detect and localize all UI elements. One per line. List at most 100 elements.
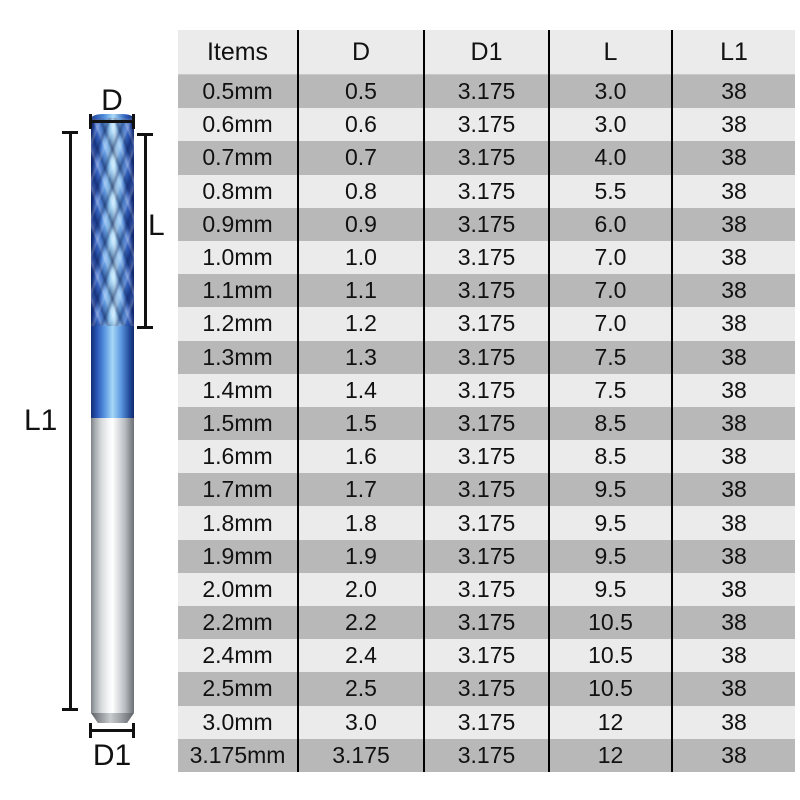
table-row: 1.5mm 1.5 3.175 8.5 38 bbox=[178, 406, 795, 441]
cell-d: 0.8 bbox=[298, 174, 425, 208]
cell-l: 3.0 bbox=[549, 74, 673, 109]
end-mill-illustration bbox=[91, 114, 134, 723]
table-row: 2.4mm 2.4 3.175 10.5 38 bbox=[178, 639, 795, 673]
cell-l1: 38 bbox=[672, 572, 795, 606]
cell-items: 1.2mm bbox=[178, 307, 299, 341]
coated-neck-section bbox=[91, 326, 134, 418]
cell-items: 1.4mm bbox=[178, 373, 299, 407]
column-header-d1: D1 bbox=[424, 30, 550, 75]
dimension-label-d1: D1 bbox=[92, 739, 132, 772]
cell-d1: 3.175 bbox=[424, 240, 550, 275]
dimension-line-d bbox=[89, 120, 135, 123]
cell-l: 12 bbox=[549, 738, 673, 772]
cell-items: 1.7mm bbox=[178, 473, 299, 507]
dimension-label-d: D bbox=[101, 84, 123, 117]
cell-d1: 3.175 bbox=[424, 606, 550, 640]
cell-d1: 3.175 bbox=[424, 274, 550, 308]
cell-d: 0.7 bbox=[298, 141, 425, 175]
cell-l1: 38 bbox=[672, 506, 795, 540]
column-header-l1: L1 bbox=[672, 30, 795, 75]
cell-l: 10.5 bbox=[549, 639, 673, 673]
cell-items: 0.8mm bbox=[178, 174, 299, 208]
table-row: 0.8mm 0.8 3.175 5.5 38 bbox=[178, 174, 795, 208]
cell-l: 7.5 bbox=[549, 340, 673, 374]
dimension-cap-d1-left bbox=[89, 723, 92, 738]
cell-l1: 38 bbox=[672, 141, 795, 175]
cell-l1: 38 bbox=[672, 606, 795, 640]
cell-l1: 38 bbox=[672, 274, 795, 308]
tool-dimension-diagram: D L L1 D1 bbox=[0, 0, 170, 800]
cell-d1: 3.175 bbox=[424, 174, 550, 208]
cell-l1: 38 bbox=[672, 373, 795, 407]
table-row: 0.7mm 0.7 3.175 4.0 38 bbox=[178, 141, 795, 175]
table-row: 0.9mm 0.9 3.175 6.0 38 bbox=[178, 207, 795, 241]
table-header-row: Items D D1 L L1 bbox=[178, 30, 795, 75]
cell-d1: 3.175 bbox=[424, 373, 550, 407]
cell-d: 0.9 bbox=[298, 207, 425, 241]
cell-d: 3.175 bbox=[298, 738, 425, 772]
dimension-cap-d1-right bbox=[132, 723, 135, 738]
table-row: 3.0mm 3.0 3.175 12 38 bbox=[178, 705, 795, 739]
cell-d1: 3.175 bbox=[424, 705, 550, 739]
table-body: 0.5mm 0.5 3.175 3.0 38 0.6mm 0.6 3.175 3.0 38 0.7m… bbox=[178, 74, 795, 772]
cell-items: 3.175mm bbox=[178, 738, 299, 772]
cell-items: 0.9mm bbox=[178, 207, 299, 241]
table-row: 2.2mm 2.2 3.175 10.5 38 bbox=[178, 606, 795, 640]
cell-d: 3.0 bbox=[298, 705, 425, 739]
cell-items: 2.4mm bbox=[178, 639, 299, 673]
table-row: 1.8mm 1.8 3.175 9.5 38 bbox=[178, 506, 795, 540]
cell-d1: 3.175 bbox=[424, 141, 550, 175]
cell-l: 10.5 bbox=[549, 672, 673, 706]
table-row: 2.0mm 2.0 3.175 9.5 38 bbox=[178, 572, 795, 606]
dimension-cap-l-bottom bbox=[137, 326, 153, 329]
cell-items: 1.8mm bbox=[178, 506, 299, 540]
dimension-cap-l1-bottom bbox=[62, 708, 78, 711]
cell-l: 9.5 bbox=[549, 506, 673, 540]
table-row: 0.6mm 0.6 3.175 3.0 38 bbox=[178, 108, 795, 142]
cell-items: 1.5mm bbox=[178, 406, 299, 441]
cell-l: 7.5 bbox=[549, 373, 673, 407]
cell-d: 1.2 bbox=[298, 307, 425, 341]
cell-d1: 3.175 bbox=[424, 539, 550, 573]
cell-l: 4.0 bbox=[549, 141, 673, 175]
cell-l1: 38 bbox=[672, 705, 795, 739]
cell-l1: 38 bbox=[672, 440, 795, 474]
cell-l1: 38 bbox=[672, 207, 795, 241]
cell-d1: 3.175 bbox=[424, 108, 550, 142]
cell-d: 1.5 bbox=[298, 406, 425, 441]
cell-l1: 38 bbox=[672, 340, 795, 374]
table-row: 3.175mm 3.175 3.175 12 38 bbox=[178, 738, 795, 772]
cell-items: 3.0mm bbox=[178, 705, 299, 739]
cell-l1: 38 bbox=[672, 174, 795, 208]
dimension-line-d1 bbox=[89, 729, 135, 732]
shank-chamfer-end bbox=[91, 713, 134, 723]
cell-items: 1.3mm bbox=[178, 340, 299, 374]
column-header-d: D bbox=[298, 30, 425, 75]
cell-l1: 38 bbox=[672, 473, 795, 507]
steel-shank bbox=[91, 418, 134, 713]
cell-items: 0.6mm bbox=[178, 108, 299, 142]
cell-d: 2.2 bbox=[298, 606, 425, 640]
table-row: 0.5mm 0.5 3.175 3.0 38 bbox=[178, 74, 795, 109]
table-row: 1.9mm 1.9 3.175 9.5 38 bbox=[178, 539, 795, 573]
cell-d1: 3.175 bbox=[424, 473, 550, 507]
fluted-cutting-section bbox=[91, 118, 134, 326]
table-row: 1.6mm 1.6 3.175 8.5 38 bbox=[178, 440, 795, 474]
cell-l: 8.5 bbox=[549, 406, 673, 441]
cell-d1: 3.175 bbox=[424, 572, 550, 606]
cell-items: 1.0mm bbox=[178, 240, 299, 275]
cell-d: 1.6 bbox=[298, 440, 425, 474]
cell-d1: 3.175 bbox=[424, 207, 550, 241]
cell-items: 1.9mm bbox=[178, 539, 299, 573]
cell-l: 7.0 bbox=[549, 274, 673, 308]
cell-l1: 38 bbox=[672, 738, 795, 772]
cell-l: 7.0 bbox=[549, 307, 673, 341]
product-spec-sheet: D L L1 D1 Items D D1 L L1 0.5mm 0.5 3.17… bbox=[0, 0, 800, 800]
cell-l: 9.5 bbox=[549, 572, 673, 606]
cell-l1: 38 bbox=[672, 74, 795, 109]
cell-l: 9.5 bbox=[549, 539, 673, 573]
cell-l1: 38 bbox=[672, 639, 795, 673]
table-row: 1.3mm 1.3 3.175 7.5 38 bbox=[178, 340, 795, 374]
table-row: 1.1mm 1.1 3.175 7.0 38 bbox=[178, 274, 795, 308]
cell-d: 2.5 bbox=[298, 672, 425, 706]
